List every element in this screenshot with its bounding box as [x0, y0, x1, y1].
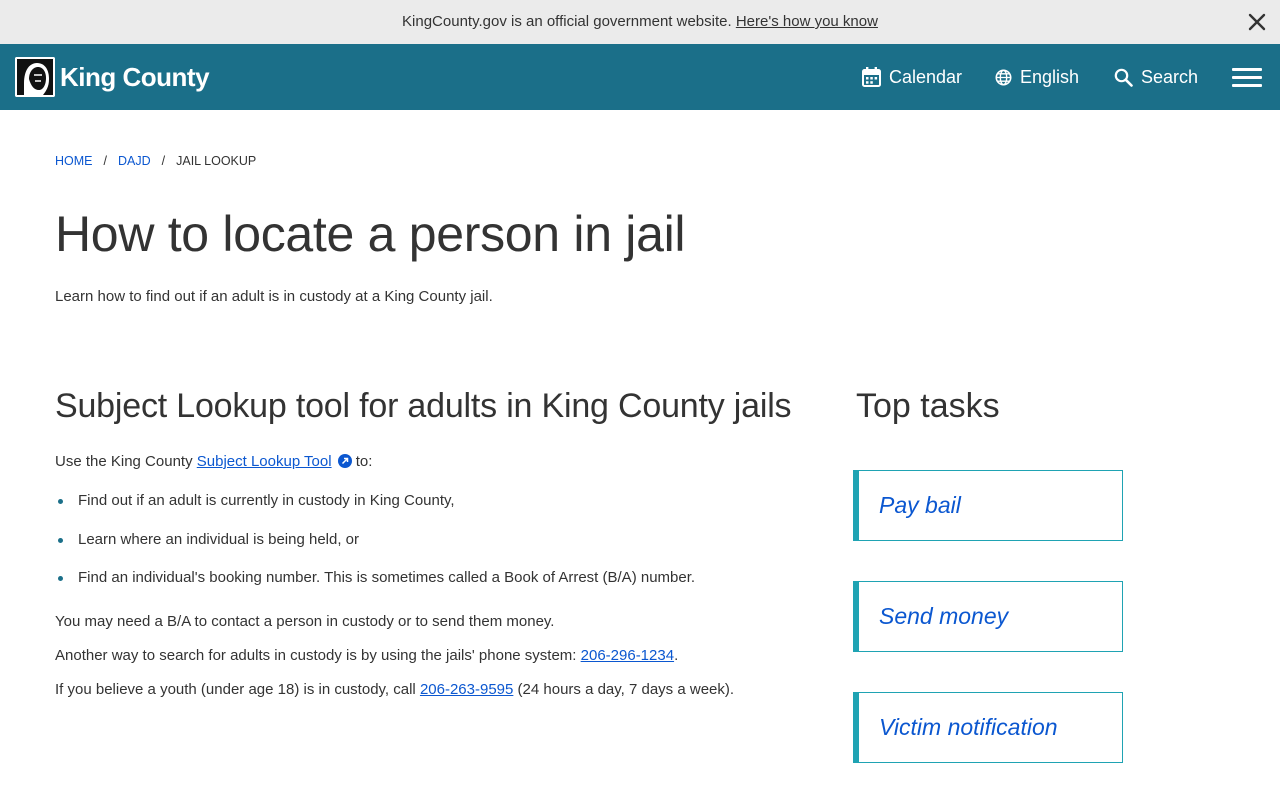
breadcrumb-dajd[interactable]: DAJD: [118, 154, 151, 168]
section-heading: Subject Lookup tool for adults in King C…: [55, 387, 792, 425]
lookup-prefix: Use the King County: [55, 453, 193, 470]
page-title: How to locate a person in jail: [55, 206, 686, 262]
calendar-link[interactable]: Calendar: [862, 66, 962, 88]
lookup-suffix: to:: [355, 453, 373, 470]
king-county-logo[interactable]: King County: [15, 57, 210, 97]
breadcrumb-separator: /: [103, 154, 107, 168]
breadcrumb-home[interactable]: HOME: [55, 154, 93, 168]
send-money-card[interactable]: Send money: [853, 581, 1123, 652]
page-intro: Learn how to find out if an adult is in …: [55, 288, 493, 305]
victim-notification-card[interactable]: Victim notification: [853, 692, 1123, 763]
phone-prefix: Another way to search for adults in cust…: [55, 647, 577, 664]
pay-bail-card[interactable]: Pay bail: [853, 470, 1123, 541]
logo-text: King County: [60, 61, 210, 92]
calendar-icon: [862, 67, 881, 87]
close-icon[interactable]: [1247, 12, 1267, 32]
lookup-bullet-list: Find out if an adult is currently in cus…: [55, 492, 695, 608]
breadcrumb-separator: /: [161, 154, 166, 168]
phone-suffix: .: [674, 647, 679, 664]
list-item: Find out if an adult is currently in cus…: [55, 492, 695, 531]
top-tasks-heading: Top tasks: [856, 387, 1000, 425]
youth-paragraph: If you believe a youth (under age 18) is…: [55, 681, 734, 698]
language-selector[interactable]: English: [995, 66, 1079, 88]
victim-notification-label: Victim notification: [879, 714, 1058, 740]
search-icon: [1114, 68, 1133, 87]
language-label: English: [1020, 66, 1080, 87]
breadcrumb: HOME / DAJD / JAIL LOOKUP: [55, 154, 256, 168]
list-item: Find an individual's booking number. Thi…: [55, 569, 695, 608]
list-item: Learn where an individual is being held,…: [55, 531, 695, 570]
gov-banner: KingCounty.gov is an official government…: [0, 0, 1280, 44]
mlk-portrait-icon: [15, 57, 55, 97]
send-money-label: Send money: [879, 603, 1009, 629]
calendar-label: Calendar: [889, 66, 963, 87]
globe-icon: [995, 69, 1012, 85]
pay-bail-label: Pay bail: [879, 492, 961, 518]
subject-lookup-tool-link[interactable]: Subject Lookup Tool: [197, 453, 332, 470]
youth-suffix: (24 hours a day, 7 days a week).: [517, 681, 735, 698]
lookup-intro: Use the King County Subject Lookup Tool …: [55, 453, 372, 470]
search-button[interactable]: Search: [1114, 66, 1198, 88]
external-link-icon: [337, 454, 352, 468]
search-label: Search: [1141, 66, 1199, 87]
gov-banner-message: KingCounty.gov is an official government…: [402, 13, 732, 30]
how-you-know-link[interactable]: Here's how you know: [736, 13, 878, 30]
hamburger-menu-icon[interactable]: [1232, 68, 1262, 88]
gov-banner-text: KingCounty.gov is an official government…: [0, 13, 1280, 30]
youth-phone-link[interactable]: 206-263-9595: [420, 681, 513, 698]
site-header: King County Calendar English Search: [0, 44, 1280, 110]
breadcrumb-current: JAIL LOOKUP: [176, 154, 257, 168]
phone-paragraph: Another way to search for adults in cust…: [55, 647, 678, 664]
youth-prefix: If you believe a youth (under age 18) is…: [55, 681, 416, 698]
jail-phone-link[interactable]: 206-296-1234: [581, 647, 674, 664]
ba-paragraph: You may need a B/A to contact a person i…: [55, 613, 555, 630]
